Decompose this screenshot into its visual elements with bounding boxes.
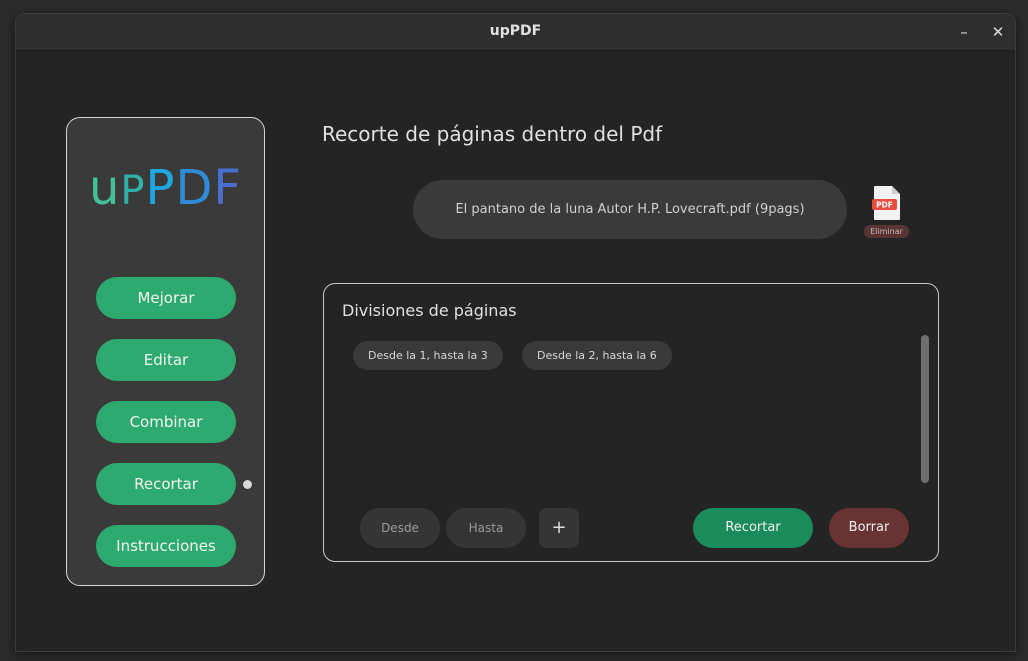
- window-title: upPDF: [489, 23, 542, 39]
- editar-button[interactable]: Editar: [96, 339, 236, 381]
- title-bar: upPDF – ✕: [16, 14, 1015, 51]
- pdf-file-icon[interactable]: PDF: [872, 185, 902, 221]
- divisions-scrollbar[interactable]: [921, 335, 929, 483]
- combinar-button[interactable]: Combinar: [96, 401, 236, 443]
- from-page-input[interactable]: Desde: [360, 508, 440, 548]
- instrucciones-button[interactable]: Instrucciones: [96, 525, 236, 567]
- close-button[interactable]: ✕: [988, 22, 1008, 42]
- delete-file-button[interactable]: Eliminar: [864, 225, 909, 238]
- pdf-icon-label: PDF: [876, 201, 893, 210]
- app-window: upPDF – ✕ uPPDF Mejorar Editar Combinar …: [15, 13, 1016, 652]
- minimize-button[interactable]: –: [954, 22, 974, 42]
- active-indicator-dot: [243, 480, 252, 489]
- to-page-input[interactable]: Hasta: [446, 508, 526, 548]
- divisions-title: Divisiones de páginas: [342, 301, 517, 320]
- mejorar-button[interactable]: Mejorar: [96, 277, 236, 319]
- clear-button[interactable]: Borrar: [829, 508, 909, 548]
- crop-button[interactable]: Recortar: [693, 508, 813, 548]
- division-chip[interactable]: Desde la 1, hasta la 3: [353, 341, 503, 370]
- recortar-nav-button[interactable]: Recortar: [96, 463, 236, 505]
- add-division-button[interactable]: +: [539, 508, 579, 548]
- selected-file-name: El pantano de la luna Autor H.P. Lovecra…: [413, 180, 847, 239]
- page-title: Recorte de páginas dentro del Pdf: [322, 122, 663, 146]
- sidebar: uPPDF Mejorar Editar Combinar Recortar I…: [66, 117, 265, 586]
- app-logo: uPPDF: [88, 160, 243, 216]
- divisions-panel: Divisiones de páginas Desde la 1, hasta …: [323, 283, 939, 562]
- division-chip[interactable]: Desde la 2, hasta la 6: [522, 341, 672, 370]
